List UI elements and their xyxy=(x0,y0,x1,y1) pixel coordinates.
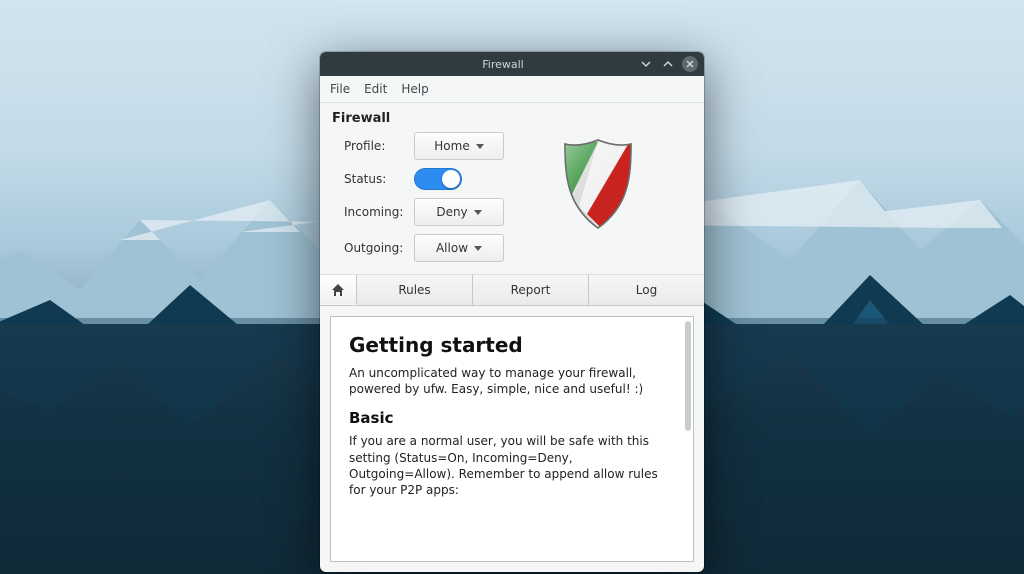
profile-value: Home xyxy=(434,139,469,153)
outgoing-label: Outgoing: xyxy=(344,241,414,255)
menu-file[interactable]: File xyxy=(330,82,350,96)
status-toggle[interactable] xyxy=(414,168,462,190)
profile-combo[interactable]: Home xyxy=(414,132,504,160)
chevron-down-icon xyxy=(474,210,482,215)
profile-label: Profile: xyxy=(344,139,414,153)
tab-log[interactable]: Log xyxy=(589,275,704,305)
content-scroll[interactable]: Getting started An uncomplicated way to … xyxy=(331,317,693,561)
tab-report[interactable]: Report xyxy=(473,275,589,305)
outgoing-value: Allow xyxy=(436,241,468,255)
menubar: File Edit Help xyxy=(320,76,704,103)
home-icon xyxy=(331,283,345,297)
settings-grid: Profile: Home Status: Incoming: Deny xyxy=(344,132,504,262)
titlebar[interactable]: Firewall xyxy=(320,52,704,76)
menu-help[interactable]: Help xyxy=(401,82,428,96)
window-title: Firewall xyxy=(368,58,638,71)
tab-home[interactable] xyxy=(320,275,357,305)
minimize-button[interactable] xyxy=(638,56,654,72)
incoming-label: Incoming: xyxy=(344,205,414,219)
shield-icon xyxy=(559,136,637,232)
toggle-knob xyxy=(442,170,460,188)
content-basic-text: If you are a normal user, you will be sa… xyxy=(349,433,675,498)
chevron-down-icon xyxy=(476,144,484,149)
chevron-down-icon xyxy=(474,246,482,251)
firewall-window: Firewall File Edit Help Firewall xyxy=(320,52,704,572)
page-title: Firewall xyxy=(320,103,704,132)
close-button[interactable] xyxy=(682,56,698,72)
tab-rules[interactable]: Rules xyxy=(357,275,473,305)
content-subheading-basic: Basic xyxy=(349,409,675,427)
incoming-combo[interactable]: Deny xyxy=(414,198,504,226)
content-intro: An uncomplicated way to manage your fire… xyxy=(349,365,675,397)
incoming-value: Deny xyxy=(436,205,467,219)
maximize-button[interactable] xyxy=(660,56,676,72)
content-heading: Getting started xyxy=(349,333,675,357)
outgoing-combo[interactable]: Allow xyxy=(414,234,504,262)
content-frame: Getting started An uncomplicated way to … xyxy=(330,316,694,562)
menu-edit[interactable]: Edit xyxy=(364,82,387,96)
scrollbar-thumb[interactable] xyxy=(685,321,691,431)
desktop-wallpaper: Firewall File Edit Help Firewall xyxy=(0,0,1024,574)
status-label: Status: xyxy=(344,172,414,186)
tab-bar: Rules Report Log xyxy=(320,275,704,306)
